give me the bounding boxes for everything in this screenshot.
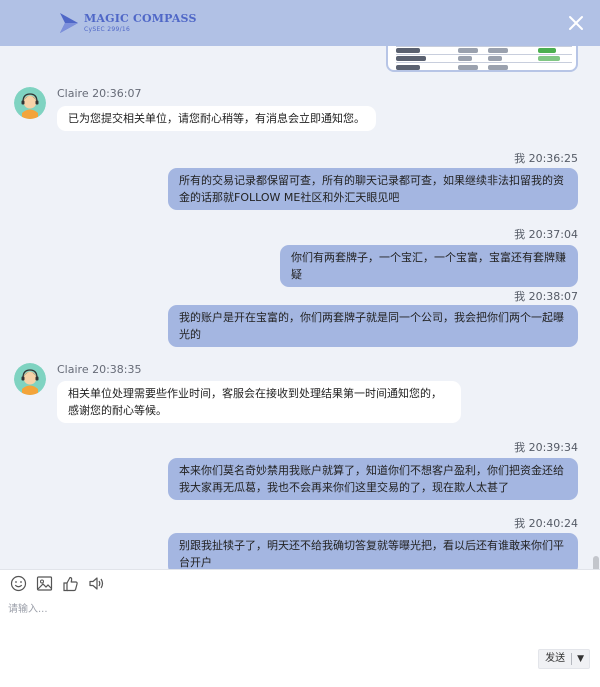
composer-toolbar (10, 575, 105, 592)
my-bubble: 本来你们莫名奇妙禁用我账户就算了，知道你们不想客户盈利，你们把资金还给我大家再无… (168, 458, 578, 500)
agent-avatar (14, 87, 46, 119)
chat-area[interactable]: Claire 20:36:07 已为您提交相关单位，请您耐心稍等，有消息会立即通… (0, 46, 600, 569)
brand-license: CySEC 299/16 (84, 26, 131, 33)
thumbs-up-icon[interactable] (62, 575, 79, 592)
my-bubble: 所有的交易记录都保留可查，所有的聊天记录都可查，如果继续非法扣留我的资金的话那就… (168, 168, 578, 210)
my-timestamp: 我 20:38:07 (514, 290, 578, 303)
agent-avatar (14, 363, 46, 395)
chat-scrollbar[interactable] (593, 556, 599, 569)
my-timestamp: 我 20:37:04 (514, 228, 578, 241)
image-attachment[interactable] (386, 46, 578, 72)
my-bubble: 我的账户是开在宝富的，你们两套牌子就是同一个公司，我会把你们两个一起曝光的 (168, 305, 578, 347)
my-bubble: 别跟我扯犊子了，明天还不给我确切答复就等曝光把，看以后还有谁敢来你们平台开户 (168, 533, 578, 569)
agent-bubble: 已为您提交相关单位，请您耐心稍等，有消息会立即通知您。 (57, 106, 376, 131)
my-timestamp: 我 20:36:25 (514, 152, 578, 165)
audio-icon[interactable] (88, 575, 105, 592)
composer: 发送 ▼ (0, 569, 600, 687)
brand-name: MAGIC COMPASS (84, 12, 197, 25)
my-timestamp: 我 20:39:34 (514, 441, 578, 454)
header-bar: MAGIC COMPASS CySEC 299/16 (0, 0, 600, 46)
agent-timestamp: Claire 20:36:07 (57, 87, 142, 100)
compass-logo-icon (60, 13, 78, 33)
brand-logo: MAGIC COMPASS CySEC 299/16 (58, 11, 197, 35)
agent-timestamp: Claire 20:38:35 (57, 363, 142, 376)
emoji-icon[interactable] (10, 575, 27, 592)
image-icon[interactable] (36, 575, 53, 592)
send-options-dropdown[interactable]: ▼ (572, 650, 589, 668)
send-button-group: 发送 ▼ (538, 649, 590, 669)
my-bubble: 你们有两套牌子，一个宝汇，一个宝富，宝富还有套牌赚疑 (280, 245, 578, 287)
close-icon[interactable] (566, 13, 586, 33)
my-timestamp: 我 20:40:24 (514, 517, 578, 530)
message-input[interactable] (8, 600, 588, 660)
send-button[interactable]: 发送 (539, 650, 571, 668)
agent-bubble: 相关单位处理需要些作业时间，客服会在接收到处理结果第一时间通知您的，感谢您的耐心… (57, 381, 461, 423)
